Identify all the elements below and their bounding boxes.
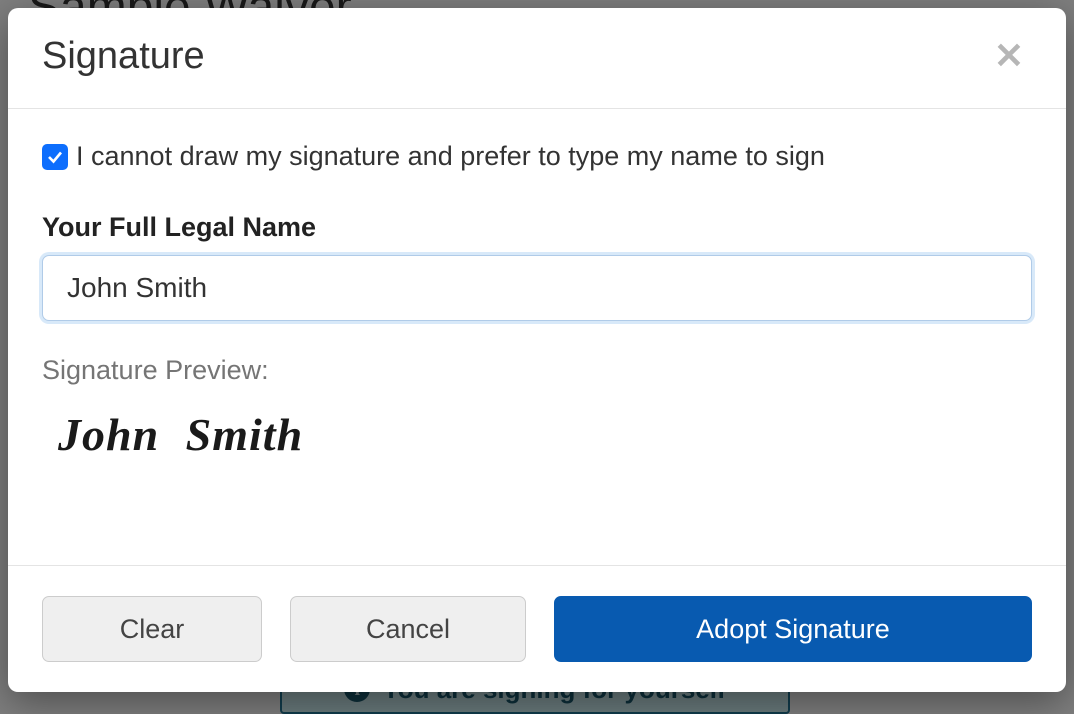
checkbox-label: I cannot draw my signature and prefer to… xyxy=(76,141,825,172)
signature-preview-label: Signature Preview: xyxy=(42,355,1032,386)
modal-header: Signature ✕ xyxy=(8,8,1066,109)
signature-modal: Signature ✕ I cannot draw my signature a… xyxy=(8,8,1066,692)
checkbox-checked-icon[interactable] xyxy=(42,144,68,170)
type-signature-option[interactable]: I cannot draw my signature and prefer to… xyxy=(42,141,1032,172)
close-icon[interactable]: ✕ xyxy=(986,34,1032,78)
clear-button[interactable]: Clear xyxy=(42,596,262,662)
modal-body: I cannot draw my signature and prefer to… xyxy=(8,109,1066,565)
modal-footer: Clear Cancel Adopt Signature xyxy=(8,565,1066,692)
full-legal-name-input[interactable] xyxy=(42,255,1032,321)
signature-preview: John Smith xyxy=(42,404,1032,465)
modal-title: Signature xyxy=(42,35,205,78)
adopt-signature-button[interactable]: Adopt Signature xyxy=(554,596,1032,662)
name-field-label: Your Full Legal Name xyxy=(42,212,1032,243)
cancel-button[interactable]: Cancel xyxy=(290,596,526,662)
